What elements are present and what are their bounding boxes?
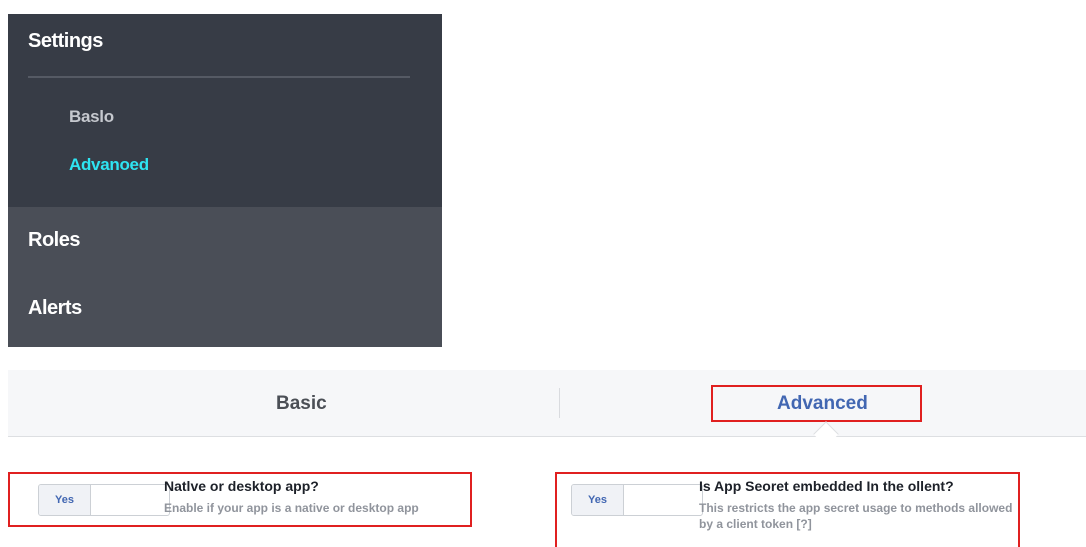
native-app-toggle[interactable]: Yes: [38, 484, 170, 516]
sidebar-item-advanced[interactable]: Advanoed: [69, 155, 149, 175]
settings-tab-bar: Basic Advanced: [8, 370, 1086, 447]
toggle-yes-label: Yes: [572, 485, 624, 515]
native-app-setting: Yes Natlve or desktop app? Enable if you…: [8, 472, 472, 527]
tab-separator: [559, 388, 560, 418]
sidebar-item-alerts[interactable]: Alerts: [28, 297, 82, 320]
tab-basic[interactable]: Basic: [276, 393, 327, 415]
sidebar-item-roles[interactable]: Roles: [28, 229, 80, 252]
app-secret-description-block: This restricts the app secret usage to m…: [699, 500, 1015, 532]
sidebar-item-basic[interactable]: Baslo: [69, 107, 114, 127]
active-tab-caret: [813, 421, 839, 447]
app-secret-toggle[interactable]: Yes: [571, 484, 703, 516]
sidebar-divider: [28, 76, 410, 78]
sidebar-settings-section: Settings Baslo Advanoed: [8, 14, 442, 207]
toggle-yes-label: Yes: [39, 485, 91, 515]
native-app-description: Enable if your app is a native or deskto…: [164, 501, 419, 515]
sidebar-settings-title[interactable]: Settings: [28, 30, 103, 53]
settings-sidebar: Settings Baslo Advanoed Roles Alerts: [8, 14, 442, 347]
native-app-title: Natlve or desktop app?: [164, 478, 319, 494]
help-link[interactable]: [?]: [796, 517, 811, 531]
app-secret-title: Is App Seoret embedded In the ollent?: [699, 478, 954, 494]
sidebar-other-section: [8, 207, 442, 347]
app-secret-setting: Yes Is App Seoret embedded In the ollent…: [555, 472, 1020, 547]
tab-advanced[interactable]: Advanced: [777, 393, 868, 415]
app-secret-description: This restricts the app secret usage to m…: [699, 501, 1013, 531]
